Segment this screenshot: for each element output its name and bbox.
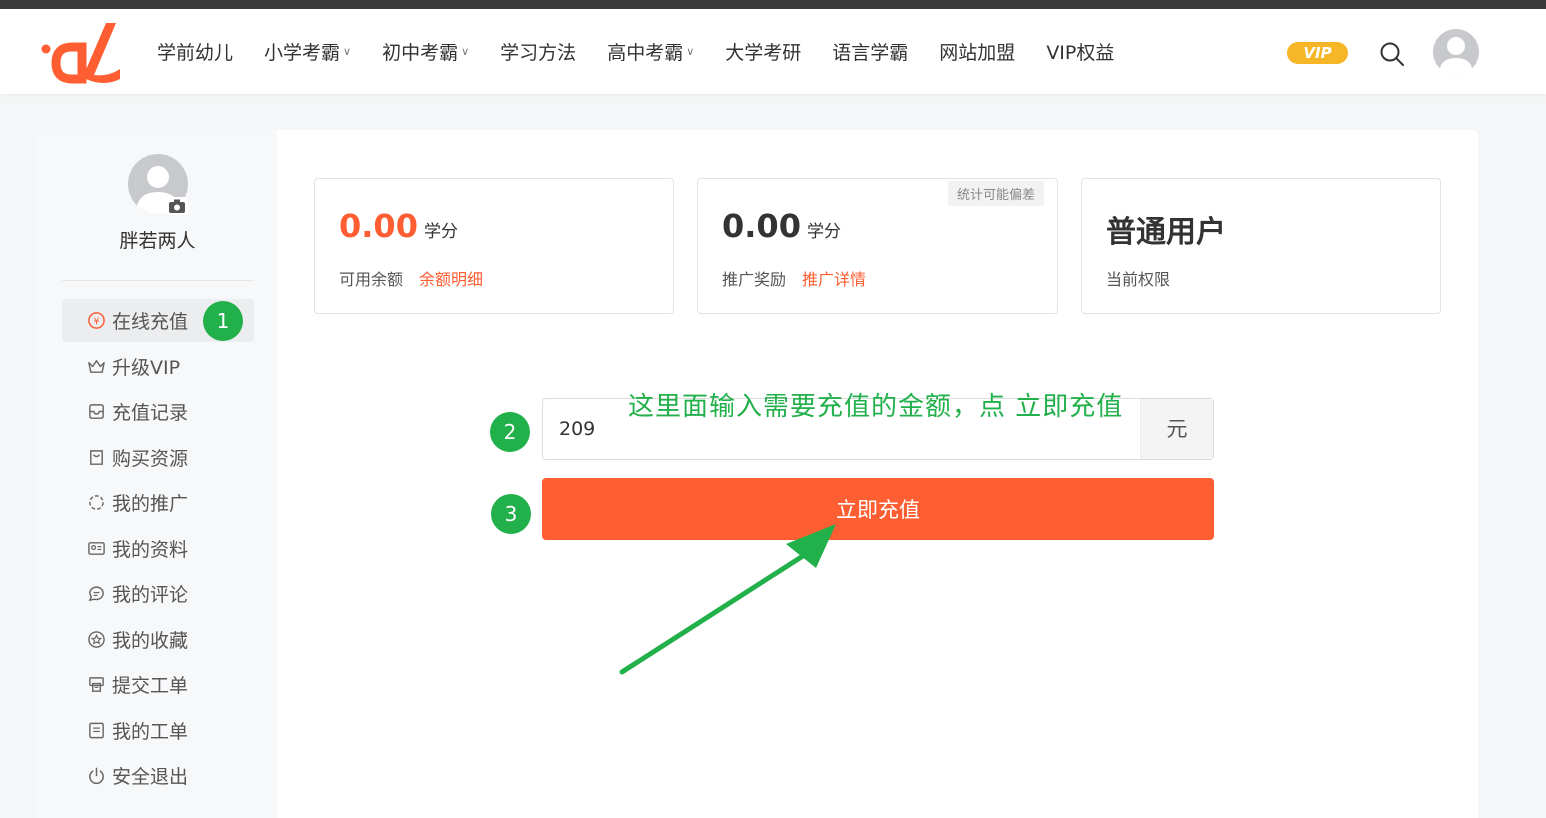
vip-badge[interactable]: VIP <box>1287 42 1348 64</box>
record-icon <box>89 404 104 419</box>
nav-item[interactable]: 学习方法 <box>500 38 576 65</box>
promotion-details-link[interactable]: 推广详情 <box>802 270 866 289</box>
crown-icon <box>88 359 105 373</box>
spinner-icon <box>89 495 104 510</box>
nav-item-label: 语言学霸 <box>832 42 909 64</box>
step-3-badge: 3 <box>491 494 531 534</box>
user-silhouette-icon <box>1439 37 1473 75</box>
sidebar-item-logout[interactable]: 安全退出 <box>62 754 254 797</box>
chevron-down-icon: ∨ <box>686 45 695 58</box>
main-nav: 学前幼儿 小学考霸 ∨ 初中考霸 ∨ 学习方法 高中考霸 ∨ 大学考研 语言学霸 网站… <box>157 9 1145 94</box>
comment-icon <box>88 586 104 602</box>
site-header: 学前幼儿 小学考霸 ∨ 初中考霸 ∨ 学习方法 高中考霸 ∨ 大学考研 语言学霸 网站… <box>0 9 1546 94</box>
permission-value: 普通用户 <box>1106 215 1226 250</box>
username: 胖若两人 <box>119 230 196 252</box>
sidebar-item-my-favorites[interactable]: 我的收藏 <box>62 618 254 661</box>
nav-item-label: 学前幼儿 <box>157 42 234 64</box>
statistics-note: 统计可能偏差 <box>947 181 1044 206</box>
star-circle-icon <box>88 630 105 648</box>
user-avatar[interactable] <box>1433 29 1479 75</box>
nav-item[interactable]: VIP权益 <box>1046 38 1114 65</box>
sidebar-item-my-comments[interactable]: 我的评论 <box>62 572 254 615</box>
sidebar-item-label: 升级VIP <box>112 356 181 379</box>
camera-icon[interactable] <box>166 197 188 215</box>
sidebar-item-label: 购买资源 <box>112 447 189 470</box>
sidebar-item-label: 我的工单 <box>112 720 189 743</box>
nav-item-label: 大学考研 <box>725 42 802 64</box>
nav-item-label: 小学考霸 <box>264 42 341 64</box>
step-1-badge: 1 <box>203 301 243 341</box>
ticket-icon <box>89 722 104 738</box>
sidebar-item-submit-ticket[interactable]: 提交工单 <box>62 663 254 706</box>
balance-details-link[interactable]: 余额明细 <box>419 270 483 289</box>
sidebar-item-recharge-records[interactable]: 充值记录 <box>62 390 254 433</box>
balance-unit: 学分 <box>423 222 458 242</box>
search-icon[interactable] <box>1378 40 1406 68</box>
nav-item[interactable]: 小学考霸 ∨ <box>264 38 351 65</box>
balance-label: 可用余额 <box>339 270 404 289</box>
balance-card: 0.00 学分 可用余额 余额明细 <box>314 178 674 314</box>
nav-item[interactable]: 学前幼儿 <box>157 38 233 65</box>
shopping-bag-icon <box>90 449 103 465</box>
currency-unit: 元 <box>1140 399 1213 459</box>
id-card-icon <box>88 541 105 555</box>
nav-item-label: 高中考霸 <box>607 42 684 64</box>
yuan-circle-icon: ¥ <box>88 312 105 329</box>
nav-item[interactable]: 大学考研 <box>725 38 801 65</box>
sidebar-item-label: 安全退出 <box>112 766 189 788</box>
instruction-annotation: 这里面输入需要充值的金额，点 立即充值 <box>628 392 1124 422</box>
promotion-label: 推广奖励 <box>722 270 787 289</box>
promotion-unit: 学分 <box>806 222 841 242</box>
permission-card: 普通用户 当前权限 <box>1081 178 1441 314</box>
svg-text:¥: ¥ <box>93 316 99 327</box>
sidebar-item-label: 我的资料 <box>112 538 189 561</box>
nav-item[interactable]: 高中考霸 ∨ <box>607 38 694 65</box>
nav-item-label: 学习方法 <box>500 42 577 64</box>
printer-icon <box>89 677 104 692</box>
sidebar-item-my-tickets[interactable]: 我的工单 <box>62 709 254 752</box>
annotation-arrow <box>619 524 836 675</box>
sidebar-item-label: 我的评论 <box>112 584 189 606</box>
sidebar-item-label: 充值记录 <box>112 402 189 424</box>
nav-item[interactable]: 网站加盟 <box>939 38 1015 65</box>
nav-item-label: VIP权益 <box>1046 42 1115 64</box>
promotion-value: 0.00 <box>722 207 801 245</box>
sidebar-item-upgrade-vip[interactable]: 升级VIP <box>62 345 254 388</box>
window-top-strip <box>0 0 1546 9</box>
sidebar-item-label: 在线充值 <box>112 311 189 333</box>
sidebar-item-my-promotion[interactable]: 我的推广 <box>62 481 254 524</box>
permission-label: 当前权限 <box>1106 270 1171 289</box>
nav-item-label: 网站加盟 <box>939 42 1016 64</box>
chevron-down-icon: ∨ <box>343 45 352 58</box>
promotion-card: 统计可能偏差 0.00 学分 推广奖励 推广详情 <box>697 178 1058 314</box>
balance-value: 0.00 <box>339 207 418 245</box>
step-2-badge: 2 <box>490 412 530 452</box>
user-sidebar: 胖若两人 ¥ 在线充值 升级VIP 充值记录 购买资源 我的推广 我的资料 我的… <box>38 130 277 818</box>
nav-item[interactable]: 语言学霸 <box>832 38 908 65</box>
nav-item[interactable]: 初中考霸 ∨ <box>382 38 469 65</box>
sidebar-divider <box>62 280 254 281</box>
power-icon <box>89 767 104 785</box>
sidebar-item-my-profile[interactable]: 我的资料 <box>62 527 254 570</box>
sidebar-item-label: 我的收藏 <box>112 629 189 652</box>
nav-item-label: 初中考霸 <box>382 42 459 64</box>
sidebar-item-label: 提交工单 <box>112 675 189 697</box>
sidebar-menu: ¥ 在线充值 升级VIP 充值记录 购买资源 我的推广 我的资料 我的评论 我的… <box>62 299 254 800</box>
sidebar-item-purchased-resources[interactable]: 购买资源 <box>62 436 254 479</box>
sidebar-item-label: 我的推广 <box>112 493 189 515</box>
chevron-down-icon: ∨ <box>461 45 470 58</box>
site-logo[interactable] <box>38 19 122 85</box>
